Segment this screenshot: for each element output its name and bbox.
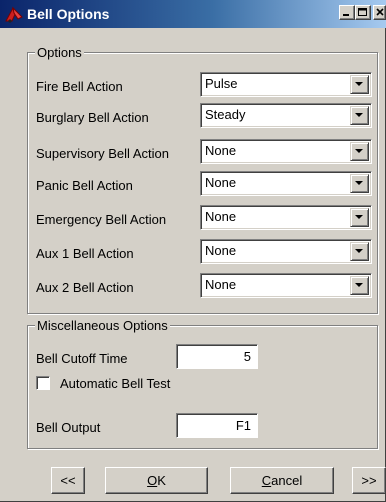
bell-app-icon xyxy=(4,5,24,23)
panic-bell-action-value: None xyxy=(205,175,237,190)
close-icon xyxy=(376,8,384,16)
burglary-bell-action-value: Steady xyxy=(205,107,246,122)
bell-output-value: F1 xyxy=(235,418,251,433)
ok-button[interactable]: OK xyxy=(105,467,208,494)
aux1-bell-action-value: None xyxy=(205,243,237,258)
burglary-bell-action-select[interactable]: Steady xyxy=(200,103,372,128)
fire-bell-action-dropdown-button[interactable] xyxy=(350,75,369,94)
aux1-bell-action-label: Aux 1 Bell Action xyxy=(36,246,134,261)
panic-bell-action-dropdown-button[interactable] xyxy=(350,174,369,193)
supervisory-bell-action-label: Supervisory Bell Action xyxy=(36,146,169,161)
misc-options-legend: Miscellaneous Options xyxy=(35,318,170,333)
emergency-bell-action-label: Emergency Bell Action xyxy=(36,212,167,227)
bell-options-window: Bell Options Options Fire Bell Action Pu… xyxy=(0,0,386,502)
supervisory-bell-action-value: None xyxy=(205,143,237,158)
cancel-button[interactable]: Cancel xyxy=(230,467,334,494)
bell-cutoff-time-value: 5 xyxy=(243,349,251,364)
supervisory-bell-action-dropdown-button[interactable] xyxy=(350,142,369,161)
aux2-bell-action-value: None xyxy=(205,277,237,292)
window-title: Bell Options xyxy=(27,6,110,22)
chevron-down-icon xyxy=(355,249,363,253)
cancel-label-rest: ancel xyxy=(271,473,303,488)
panic-bell-action-select[interactable]: None xyxy=(200,171,372,196)
emergency-bell-action-value: None xyxy=(205,209,237,224)
chevron-down-icon xyxy=(355,181,363,185)
fire-bell-action-value: Pulse xyxy=(205,76,238,91)
minimize-button[interactable] xyxy=(339,5,355,20)
aux2-bell-action-label: Aux 2 Bell Action xyxy=(36,280,134,295)
bell-output-label: Bell Output xyxy=(36,420,101,435)
supervisory-bell-action-select[interactable]: None xyxy=(200,139,372,164)
minimize-icon xyxy=(343,14,349,16)
ok-label-rest: K xyxy=(157,473,166,488)
automatic-bell-test-label[interactable]: Automatic Bell Test xyxy=(60,376,170,391)
previous-button-label: << xyxy=(60,473,76,488)
title-bar[interactable]: Bell Options xyxy=(0,0,386,28)
fire-bell-action-label: Fire Bell Action xyxy=(36,79,123,94)
chevron-down-icon xyxy=(355,82,363,86)
emergency-bell-action-dropdown-button[interactable] xyxy=(350,208,369,227)
bell-cutoff-time-label: Bell Cutoff Time xyxy=(36,351,128,366)
aux1-bell-action-dropdown-button[interactable] xyxy=(350,242,369,261)
options-group-legend: Options xyxy=(35,45,84,60)
chevron-down-icon xyxy=(355,149,363,153)
aux1-bell-action-select[interactable]: None xyxy=(200,239,372,264)
burglary-bell-action-dropdown-button[interactable] xyxy=(350,106,369,125)
next-button[interactable]: >> xyxy=(352,467,386,494)
fire-bell-action-select[interactable]: Pulse xyxy=(200,72,372,97)
chevron-down-icon xyxy=(355,283,363,287)
panic-bell-action-label: Panic Bell Action xyxy=(36,178,133,193)
maximize-button[interactable] xyxy=(355,5,371,20)
aux2-bell-action-select[interactable]: None xyxy=(200,273,372,298)
burglary-bell-action-label: Burglary Bell Action xyxy=(36,110,149,125)
bell-cutoff-time-input[interactable]: 5 xyxy=(176,344,258,369)
chevron-down-icon xyxy=(355,215,363,219)
maximize-icon xyxy=(358,8,367,16)
aux2-bell-action-dropdown-button[interactable] xyxy=(350,276,369,295)
automatic-bell-test-checkbox[interactable] xyxy=(36,376,50,390)
close-button[interactable] xyxy=(373,5,386,20)
chevron-down-icon xyxy=(355,113,363,117)
ok-mnemonic: O xyxy=(147,473,158,488)
previous-button[interactable]: << xyxy=(51,467,85,494)
cancel-mnemonic: C xyxy=(261,473,272,488)
next-button-label: >> xyxy=(361,473,377,488)
emergency-bell-action-select[interactable]: None xyxy=(200,205,372,230)
bell-output-input[interactable]: F1 xyxy=(176,413,258,438)
